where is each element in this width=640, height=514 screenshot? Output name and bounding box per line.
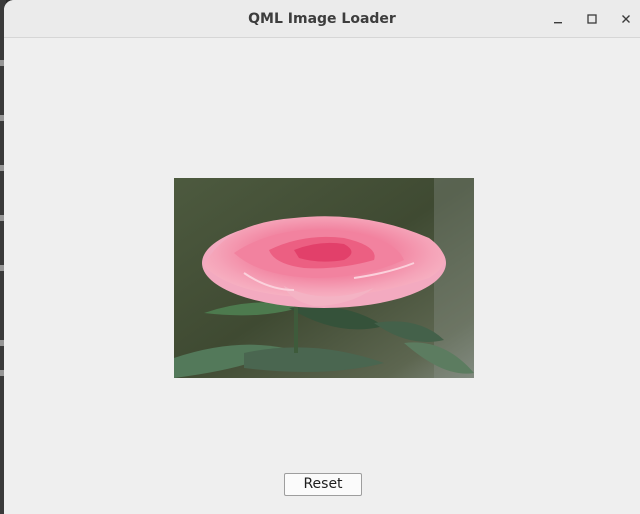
title-bar[interactable]: QML Image Loader <box>4 0 640 38</box>
maximize-button[interactable] <box>579 6 605 32</box>
rose-image <box>174 178 474 378</box>
reset-button[interactable]: Reset <box>284 473 362 496</box>
maximize-icon <box>587 14 597 24</box>
minimize-button[interactable] <box>545 6 571 32</box>
app-window: QML Image Loader Reset <box>4 0 640 514</box>
main-content: Reset <box>4 38 640 514</box>
close-button[interactable] <box>613 6 639 32</box>
close-icon <box>622 15 630 23</box>
minimize-icon <box>554 22 562 24</box>
